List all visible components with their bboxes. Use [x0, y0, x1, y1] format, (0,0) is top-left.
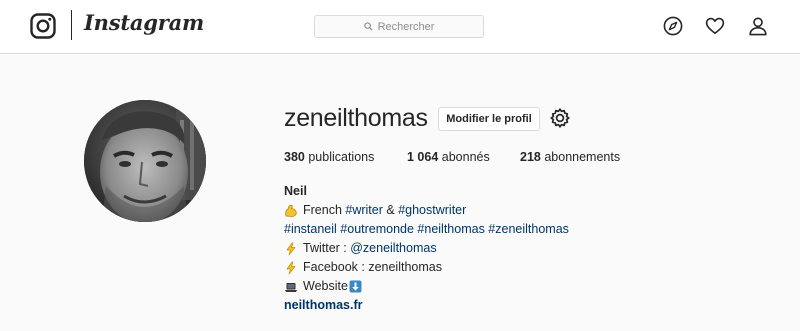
bio-line-1: French #writer & #ghostwriter: [284, 201, 466, 220]
stat-following[interactable]: 218 abonnements: [520, 150, 620, 164]
down-arrow-icon: [349, 280, 362, 293]
user-icon[interactable]: [748, 16, 768, 36]
bio-twitter-label: Twitter :: [303, 241, 351, 255]
instagram-glyph-icon[interactable]: [30, 13, 56, 39]
stat-posts-label: publications: [308, 150, 375, 164]
bio-hashtags[interactable]: #instaneil #outremonde #neilthomas #zene…: [284, 220, 569, 239]
stat-following-label: abonnements: [544, 150, 621, 164]
bio-line-twitter: Twitter : @zeneilthomas: [284, 239, 437, 258]
stat-followers-label: abonnés: [441, 150, 490, 164]
laptop-icon: [285, 282, 297, 292]
bio-website-label: Website: [303, 279, 348, 293]
compass-icon[interactable]: [663, 16, 683, 36]
bio-ampersand: &: [382, 203, 399, 217]
search-icon: [363, 22, 373, 31]
profile-avatar[interactable]: [84, 100, 206, 222]
search-input[interactable]: Rechercher: [314, 15, 484, 38]
search-placeholder: Rechercher: [377, 20, 435, 33]
hashtag-writer[interactable]: #writer: [345, 203, 383, 217]
flexed-biceps-icon: [285, 204, 297, 217]
stat-following-value: 218: [520, 150, 541, 164]
gear-icon[interactable]: [549, 107, 571, 129]
website-link[interactable]: neilthomas.fr: [284, 296, 363, 315]
lightning-icon: [286, 261, 296, 275]
top-nav-bar: Instagram Rechercher: [0, 0, 800, 54]
profile-username: zeneilthomas: [284, 104, 428, 132]
lightning-icon: [286, 242, 296, 256]
logo-divider: [71, 10, 72, 40]
heart-icon[interactable]: [705, 16, 725, 36]
bio-line-website: Website: [284, 277, 362, 296]
instagram-wordmark[interactable]: Instagram: [84, 10, 204, 35]
twitter-handle-link[interactable]: @zeneilthomas: [350, 241, 436, 255]
bio-facebook-text: Facebook : zeneilthomas: [303, 260, 442, 274]
stat-posts-value: 380: [284, 150, 305, 164]
stat-followers-value: 1 064: [407, 150, 439, 164]
stat-posts: 380 publications: [284, 150, 374, 164]
stat-followers[interactable]: 1 064 abonnés: [407, 150, 490, 164]
profile-full-name: Neil: [284, 184, 307, 198]
bio-french-text: French: [303, 203, 346, 217]
hashtag-ghostwriter[interactable]: #ghostwriter: [398, 203, 466, 217]
edit-profile-button[interactable]: Modifier le profil: [438, 107, 540, 131]
bio-line-facebook: Facebook : zeneilthomas: [284, 258, 442, 277]
